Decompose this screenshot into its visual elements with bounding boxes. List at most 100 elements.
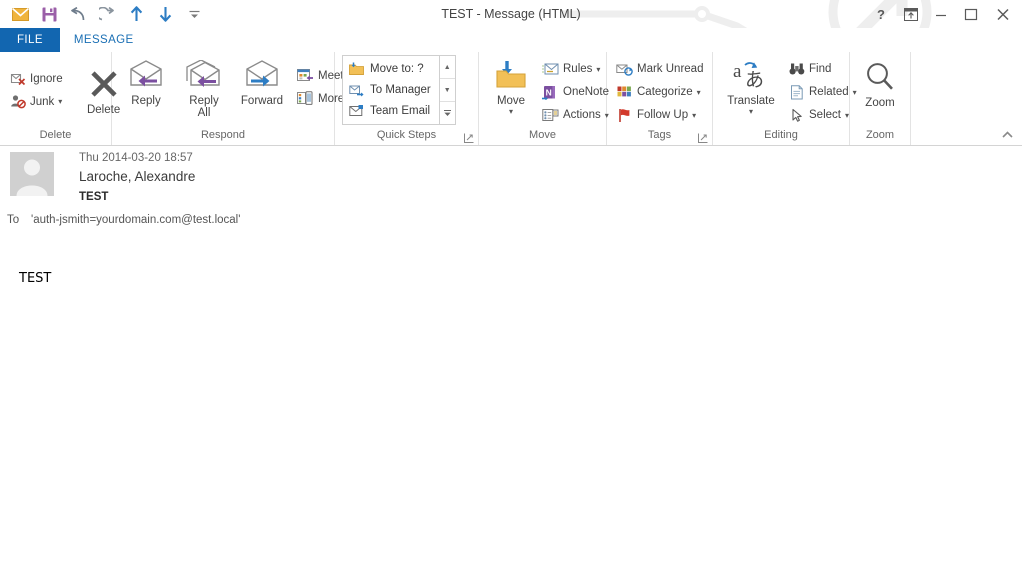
svg-text:あ: あ: [745, 70, 764, 90]
to-label: To: [7, 214, 20, 226]
quick-steps-dialog-launcher[interactable]: [463, 133, 474, 144]
ribbon: Ignore Junk ▾ Delete Delete Reply Reply …: [0, 52, 1022, 146]
forward-button[interactable]: Forward: [233, 56, 291, 107]
onenote-label: OneNote: [563, 86, 610, 98]
message-date: Thu 2014-03-20 18:57: [79, 152, 193, 164]
send-message-icon[interactable]: [6, 1, 35, 27]
quick-steps-more[interactable]: [440, 102, 455, 124]
categorize-icon: [616, 84, 633, 101]
move-to-folder-icon: [348, 61, 365, 77]
reply-icon: [128, 58, 164, 92]
quick-access-toolbar[interactable]: [6, 0, 209, 28]
window-controls[interactable]: ?: [866, 0, 1020, 28]
translate-icon: a あ: [732, 58, 770, 92]
collapse-ribbon-button[interactable]: [998, 127, 1016, 143]
ribbon-group-zoom: Zoom Zoom: [850, 52, 911, 145]
close-button[interactable]: [986, 1, 1020, 27]
categorize-button[interactable]: Categorize ▾: [614, 81, 707, 104]
translate-button[interactable]: a あ Translate ▾: [718, 56, 784, 116]
forward-label: Forward: [240, 95, 284, 107]
ignore-icon: [9, 70, 26, 87]
quick-steps-scrollbar[interactable]: ▲ ▼: [438, 56, 455, 124]
group-label-zoom: Zoom: [865, 129, 895, 141]
minimize-button[interactable]: [926, 1, 956, 27]
chevron-down-icon: ▾: [508, 107, 513, 116]
message-subject: TEST: [79, 191, 109, 203]
maximize-button[interactable]: [956, 1, 986, 27]
actions-icon: [542, 107, 559, 124]
actions-button[interactable]: Actions ▾: [540, 104, 613, 127]
related-label: Related: [809, 86, 849, 98]
quick-steps-gallery[interactable]: Move to: ? To Manager Team Email ▲ ▼: [342, 55, 456, 125]
reply-all-icon: [186, 58, 222, 92]
title-bar: TEST - Message (HTML) ?: [0, 0, 1022, 28]
group-label-editing: Editing: [764, 129, 798, 141]
outlook-message-window: TEST - Message (HTML) ? FILE MESSAGE Ign…: [0, 0, 1022, 581]
chevron-down-icon: ▾: [596, 64, 601, 74]
message-sender[interactable]: Laroche, Alexandre: [79, 169, 195, 184]
next-item-icon[interactable]: [151, 1, 180, 27]
team-email-icon: [348, 103, 365, 119]
zoom-label: Zoom: [865, 97, 895, 109]
quick-step-move-to[interactable]: Move to: ?: [345, 59, 437, 80]
save-icon[interactable]: [35, 1, 64, 27]
svg-text:N: N: [546, 87, 552, 97]
rules-label: Rules: [563, 63, 593, 75]
categorize-label: Categorize: [637, 86, 693, 98]
reply-all-label: Reply All: [189, 95, 219, 119]
chevron-down-icon: ▾: [696, 87, 701, 97]
quick-step-move-to-label: Move to: ?: [370, 63, 424, 75]
group-label-respond: Respond: [200, 129, 246, 141]
ignore-label: Ignore: [30, 72, 63, 85]
svg-text:?: ?: [877, 8, 885, 21]
reply-all-button[interactable]: Reply All: [175, 56, 233, 119]
zoom-magnifier-icon: [864, 60, 896, 94]
mark-unread-icon: [616, 61, 633, 78]
move-small-commands: Rules ▾ N OneNote Actions ▾: [538, 56, 615, 128]
quick-steps-scroll-down[interactable]: ▼: [439, 79, 455, 102]
move-label: Move: [496, 95, 526, 107]
select-label: Select: [809, 109, 841, 121]
help-button[interactable]: ?: [866, 1, 896, 27]
junk-icon: [9, 93, 26, 110]
undo-icon[interactable]: [64, 1, 93, 27]
ribbon-display-options-button[interactable]: [896, 1, 926, 27]
reply-button[interactable]: Reply: [117, 56, 175, 107]
redo-icon[interactable]: [93, 1, 122, 27]
message-body[interactable]: TEST: [0, 240, 1022, 581]
reply-label: Reply: [131, 95, 161, 107]
mark-unread-button[interactable]: Mark Unread: [614, 58, 707, 81]
follow-up-button[interactable]: Follow Up ▾: [614, 104, 707, 127]
group-label-quick-steps: Quick Steps: [335, 128, 478, 145]
move-folder-icon: [494, 58, 528, 92]
quick-steps-scroll-up[interactable]: ▲: [439, 56, 455, 79]
group-label-delete: Delete: [39, 129, 72, 141]
group-label-move: Move: [529, 129, 556, 141]
find-label: Find: [809, 63, 832, 75]
tags-dialog-launcher[interactable]: [697, 133, 708, 144]
rules-button[interactable]: Rules ▾: [540, 58, 613, 81]
select-cursor-icon: [788, 107, 805, 124]
tab-message[interactable]: MESSAGE: [60, 28, 148, 52]
follow-up-flag-icon: [616, 107, 633, 124]
to-manager-icon: [348, 82, 365, 98]
onenote-button[interactable]: N OneNote: [540, 81, 613, 104]
quick-step-to-manager[interactable]: To Manager: [345, 80, 437, 101]
rules-icon: [542, 61, 559, 78]
zoom-button[interactable]: Zoom: [851, 58, 909, 109]
junk-button[interactable]: Junk ▾: [7, 90, 67, 113]
mark-unread-label: Mark Unread: [637, 63, 704, 75]
ignore-button[interactable]: Ignore: [7, 67, 67, 90]
move-button[interactable]: Move ▾: [484, 56, 538, 116]
tab-file[interactable]: FILE: [0, 28, 60, 52]
previous-item-icon[interactable]: [122, 1, 151, 27]
find-binoculars-icon: [788, 61, 805, 78]
quick-step-team-email-label: Team Email: [370, 105, 431, 117]
quick-steps-items: Move to: ? To Manager Team Email: [343, 56, 439, 124]
to-recipients[interactable]: 'auth-jsmith=yourdomain.com@test.local': [31, 214, 240, 226]
ribbon-group-delete: Ignore Junk ▾ Delete Delete: [0, 52, 120, 145]
quick-step-to-manager-label: To Manager: [370, 84, 431, 96]
ribbon-tabs[interactable]: FILE MESSAGE: [0, 28, 1022, 52]
customize-quick-access-toolbar-icon[interactable]: [180, 1, 209, 27]
quick-step-team-email[interactable]: Team Email: [345, 101, 437, 122]
